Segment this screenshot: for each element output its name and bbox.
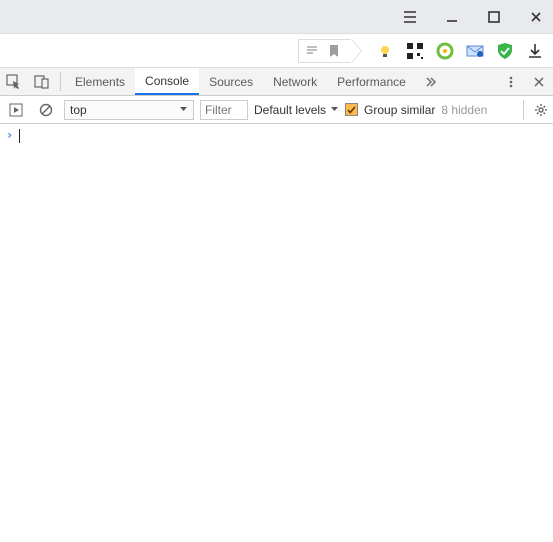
tab-sources[interactable]: Sources — [199, 68, 263, 95]
group-similar-checkbox[interactable] — [345, 103, 358, 116]
filter-input[interactable] — [200, 100, 248, 120]
extension-mail-icon[interactable] — [465, 41, 485, 61]
console-settings-icon[interactable] — [523, 100, 549, 120]
tab-network[interactable]: Network — [263, 68, 327, 95]
hidden-count-label[interactable]: 8 hidden — [441, 103, 487, 117]
menu-icon[interactable] — [401, 8, 419, 26]
download-icon[interactable] — [525, 41, 545, 61]
kebab-menu-icon[interactable] — [497, 75, 525, 89]
console-body[interactable]: › — [0, 124, 553, 147]
window-titlebar — [0, 0, 553, 34]
levels-select[interactable]: Default levels — [254, 103, 339, 117]
console-toolbar: top Default levels Group similar 8 hidde… — [0, 96, 553, 124]
browser-toolbar — [0, 34, 553, 68]
more-tabs-icon[interactable] — [416, 68, 444, 95]
extension-bulb-icon[interactable] — [375, 41, 395, 61]
extension-circle-icon[interactable] — [435, 41, 455, 61]
device-toolbar-icon[interactable] — [28, 68, 56, 95]
close-window-icon[interactable] — [527, 8, 545, 26]
tab-elements[interactable]: Elements — [65, 68, 135, 95]
minimize-icon[interactable] — [443, 8, 461, 26]
tab-console[interactable]: Console — [135, 68, 199, 95]
context-select[interactable]: top — [64, 100, 194, 120]
address-segment — [298, 39, 365, 63]
execution-context-icon[interactable] — [4, 100, 28, 120]
group-similar-label: Group similar — [364, 103, 435, 117]
extension-shield-icon[interactable] — [495, 41, 515, 61]
console-cursor — [19, 129, 20, 143]
levels-label: Default levels — [254, 103, 326, 117]
inspect-element-icon[interactable] — [0, 68, 28, 95]
clear-console-icon[interactable] — [34, 100, 58, 120]
reader-icon[interactable] — [305, 44, 319, 58]
context-select-value: top — [70, 103, 87, 117]
chevron-down-icon — [179, 105, 188, 114]
chevron-down-icon — [330, 105, 339, 114]
console-prompt-icon: › — [6, 128, 13, 142]
devtools-tabbar: Elements Console Sources Network Perform… — [0, 68, 553, 96]
bookmark-icon[interactable] — [323, 40, 345, 62]
tab-performance[interactable]: Performance — [327, 68, 416, 95]
maximize-icon[interactable] — [485, 8, 503, 26]
extension-qr-icon[interactable] — [405, 41, 425, 61]
close-devtools-icon[interactable] — [525, 76, 553, 88]
